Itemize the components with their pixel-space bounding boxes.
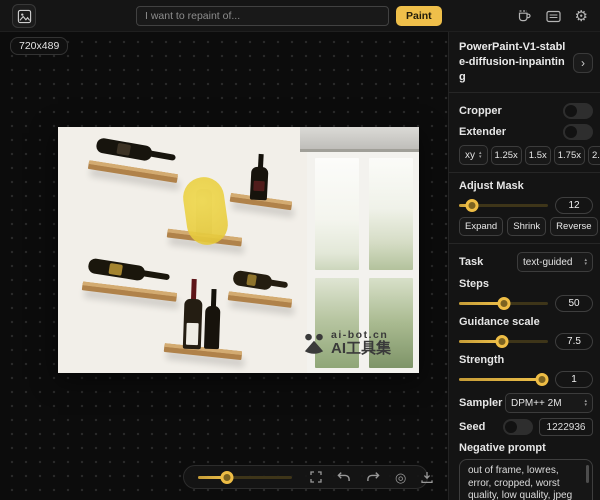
settings-gear-icon[interactable]: ⚙ — [575, 9, 588, 24]
chevron-right-icon: › — [581, 56, 585, 70]
negative-prompt-textarea[interactable]: out of frame, lowres, error, cropped, wo… — [459, 459, 593, 500]
strength-slider[interactable] — [459, 373, 548, 386]
canvas-toolbar: ◎ — [183, 465, 428, 489]
extender-toggle[interactable] — [563, 124, 593, 140]
steps-value: 50 — [555, 295, 593, 312]
toggle-knob — [505, 421, 517, 433]
panel-icon[interactable] — [546, 10, 561, 23]
shelf — [228, 291, 293, 308]
seed-label: Seed — [459, 421, 485, 433]
scale-150-button[interactable]: 1.5x — [525, 146, 551, 165]
wine-bottle — [232, 270, 289, 293]
model-select-button[interactable]: › — [573, 53, 593, 73]
editor-canvas[interactable]: 720x489 — [0, 32, 448, 500]
task-select[interactable]: text-guided ▴▾ — [517, 252, 593, 272]
download-icon — [421, 471, 433, 484]
undo-button[interactable] — [337, 471, 351, 483]
image-tool-button[interactable] — [12, 4, 36, 28]
scrollbar-thumb[interactable] — [586, 465, 589, 483]
paint-button[interactable]: Paint — [396, 6, 442, 26]
model-name: PowerPaint-V1-stable-diffusion-inpaintin… — [459, 40, 567, 85]
divider — [449, 243, 600, 244]
ai-bot-logo-icon — [302, 333, 326, 354]
axis-value: xy — [465, 150, 475, 161]
preview-original-button[interactable]: ◎ — [395, 471, 406, 484]
fit-screen-button[interactable] — [310, 471, 322, 483]
prompt-input[interactable] — [136, 6, 389, 26]
wine-bottle — [87, 258, 170, 286]
cropper-toggle[interactable] — [563, 103, 593, 119]
toggle-knob — [565, 105, 577, 117]
task-label: Task — [459, 256, 483, 268]
coffee-icon[interactable] — [517, 9, 532, 23]
divider — [449, 92, 600, 93]
window-pane — [369, 158, 413, 270]
task-value: text-guided — [523, 257, 572, 268]
strength-value: 1 — [555, 371, 593, 388]
undo-icon — [337, 471, 351, 483]
updown-chevron-icon: ▴▾ — [584, 399, 587, 407]
negative-prompt-text: out of frame, lowres, error, cropped, wo… — [468, 465, 575, 500]
adjust-mask-slider[interactable] — [459, 199, 548, 212]
toggle-knob — [565, 126, 577, 138]
top-bar: Paint ⚙ — [0, 0, 600, 32]
guidance-scale-slider[interactable] — [459, 335, 548, 348]
guidance-scale-value: 7.5 — [555, 333, 593, 350]
image-size-badge: 720x489 — [10, 37, 68, 55]
scale-175-button[interactable]: 1.75x — [554, 146, 585, 165]
brush-size-slider[interactable] — [198, 471, 292, 484]
wine-bottle — [250, 154, 269, 201]
updown-chevron-icon: ▴▾ — [584, 258, 587, 266]
adjust-mask-value: 12 — [555, 197, 593, 214]
extender-label: Extender — [459, 126, 506, 138]
seed-random-toggle[interactable] — [503, 419, 533, 435]
redo-icon — [366, 471, 380, 483]
wine-bottle — [95, 137, 176, 166]
steps-slider[interactable] — [459, 297, 548, 310]
axis-select[interactable]: xy ▴▾ — [459, 145, 488, 165]
scale-200-button[interactable]: 2.0x — [588, 146, 600, 165]
adjust-mask-label: Adjust Mask — [459, 180, 593, 192]
sampler-value: DPM++ 2M — [511, 398, 562, 409]
seed-value-input[interactable]: 1222936 — [539, 418, 593, 436]
window-pane — [315, 158, 359, 270]
sampler-label: Sampler — [459, 397, 502, 409]
image-icon — [17, 9, 32, 24]
circle-icon: ◎ — [395, 471, 406, 484]
watermark-line2: AI工具集 — [331, 341, 391, 357]
fullscreen-icon — [310, 471, 322, 483]
negative-prompt-label: Negative prompt — [459, 442, 593, 454]
expand-mask-button[interactable]: Expand — [459, 217, 503, 236]
divider — [449, 172, 600, 173]
scale-125-button[interactable]: 1.25x — [491, 146, 522, 165]
reverse-mask-button[interactable]: Reverse — [550, 217, 597, 236]
sampler-select[interactable]: DPM++ 2M ▴▾ — [505, 393, 593, 413]
strength-label: Strength — [459, 354, 593, 366]
wine-bottle — [204, 289, 221, 349]
wine-bottle — [183, 279, 203, 350]
editing-image[interactable]: ai-bot.cn AI工具集 — [58, 127, 419, 373]
updown-chevron-icon: ▴▾ — [479, 151, 482, 159]
redo-button[interactable] — [366, 471, 380, 483]
roller-blind — [300, 127, 419, 152]
topbar-right-icons: ⚙ — [517, 0, 588, 32]
watermark: ai-bot.cn AI工具集 — [302, 329, 391, 357]
cropper-label: Cropper — [459, 105, 502, 117]
guidance-scale-label: Guidance scale — [459, 316, 593, 328]
download-button[interactable] — [421, 471, 433, 484]
steps-label: Steps — [459, 278, 593, 290]
powerpaint-app: Paint ⚙ 720x489 — [0, 0, 600, 500]
shrink-mask-button[interactable]: Shrink — [507, 217, 546, 236]
settings-sidebar: PowerPaint-V1-stable-diffusion-inpaintin… — [448, 32, 600, 500]
shelf — [164, 343, 243, 360]
